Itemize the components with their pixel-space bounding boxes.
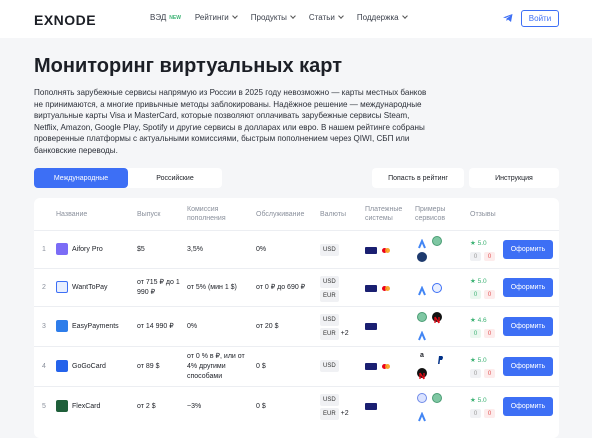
- col-currencies: Валюты: [320, 211, 346, 218]
- order-button[interactable]: Оформить: [503, 278, 553, 297]
- card-name[interactable]: EasyPayments: [72, 322, 119, 332]
- page-title: Мониторинг виртуальных карт: [34, 55, 343, 77]
- nav-item-products[interactable]: Продукты: [251, 13, 296, 22]
- visa-icon: [365, 247, 377, 254]
- more-currencies[interactable]: +2: [341, 330, 349, 337]
- currency-badge: USD: [320, 244, 339, 256]
- positive-reviews[interactable]: 0: [470, 290, 481, 299]
- visa-icon: [365, 403, 377, 410]
- login-button[interactable]: Войти: [521, 10, 559, 27]
- tab-international[interactable]: Международные: [34, 168, 128, 188]
- chevron-down-icon: [401, 13, 408, 19]
- table-row: 4 GoGoCard от 89 $ от 0 % в ₽, или от 4%…: [34, 346, 559, 386]
- wanttopay-logo-icon: [56, 281, 68, 293]
- positive-reviews[interactable]: 0: [470, 409, 481, 418]
- flexcard-logo-icon: [56, 400, 68, 412]
- add-to-rating-button[interactable]: Попасть в рейтинг: [372, 168, 464, 188]
- netflix-icon: [417, 368, 427, 380]
- more-currencies[interactable]: +2: [341, 410, 349, 417]
- main-nav: ВЭД NEW Рейтинги Продукты Статьи Поддержк…: [150, 13, 421, 22]
- positive-reviews[interactable]: 0: [470, 329, 481, 338]
- mastercard-icon: [382, 363, 392, 370]
- rating-value: 5.0: [477, 357, 487, 364]
- google-ads-icon: [417, 283, 427, 296]
- rating-value: 4.6: [477, 317, 487, 324]
- col-name: Название: [56, 211, 88, 218]
- currency-badge: USD: [320, 360, 339, 372]
- visa-icon: [365, 363, 377, 370]
- col-reviews: Отзывы: [470, 211, 496, 218]
- rating-value: 5.0: [477, 240, 487, 247]
- netflix-icon: [432, 312, 442, 324]
- negative-reviews[interactable]: 0: [484, 369, 495, 378]
- card-name[interactable]: FlexCard: [72, 402, 100, 412]
- visa-icon: [365, 323, 377, 330]
- chevron-down-icon: [231, 13, 238, 19]
- order-button[interactable]: Оформить: [503, 357, 553, 376]
- col-issue: Выпуск: [137, 211, 161, 218]
- table-row: 2 WantToPay от 715 ₽ до 1 990 ₽ от 5% (м…: [34, 268, 559, 306]
- booking-icon: [417, 252, 427, 262]
- lock-icon: [432, 283, 442, 293]
- currency-badge: USD: [320, 314, 339, 326]
- cloud-icon: [417, 393, 427, 403]
- openai-icon: [432, 393, 442, 403]
- visa-icon: [365, 285, 377, 292]
- order-button[interactable]: Оформить: [503, 317, 553, 336]
- mastercard-icon: [382, 285, 392, 292]
- chevron-down-icon: [338, 13, 344, 19]
- card-name[interactable]: GoGoCard: [72, 362, 106, 372]
- order-button[interactable]: Оформить: [503, 397, 553, 416]
- chevron-down-icon: [290, 13, 296, 19]
- openai-icon: [432, 236, 442, 246]
- tab-russian[interactable]: Российские: [128, 168, 222, 188]
- nav-item-ratings[interactable]: Рейтинги: [195, 13, 238, 22]
- cards-table: Название Выпуск Комиссия пополнения Обсл…: [34, 198, 559, 438]
- amazon-icon: a: [420, 352, 424, 359]
- negative-reviews[interactable]: 0: [484, 329, 495, 338]
- rating-value: 5.0: [477, 397, 487, 404]
- card-name[interactable]: WantToPay: [72, 283, 108, 293]
- gogocard-logo-icon: [56, 360, 68, 372]
- openai-icon: [417, 312, 427, 322]
- mastercard-icon: [382, 247, 392, 254]
- col-payment-systems: Платежные системы: [365, 206, 403, 222]
- col-fee: Комиссия пополнения: [187, 206, 226, 222]
- header: EXNODE ВЭД NEW Рейтинги Продукты Статьи П…: [0, 0, 592, 38]
- nav-item-support[interactable]: Поддержка: [357, 13, 408, 22]
- guide-button[interactable]: Инструкция: [469, 168, 559, 188]
- card-name[interactable]: Aifory Pro: [72, 245, 103, 255]
- table-row: 3 EasyPayments от 14 990 ₽ 0% от 20 $ US…: [34, 306, 559, 346]
- col-service: Обслуживание: [256, 211, 305, 218]
- negative-reviews[interactable]: 0: [484, 290, 495, 299]
- google-ads-icon: [417, 409, 427, 422]
- currency-badge: USD: [320, 394, 339, 406]
- aifory-logo-icon: [56, 243, 68, 255]
- nav-item-ved[interactable]: ВЭД NEW: [150, 13, 181, 22]
- order-button[interactable]: Оформить: [503, 240, 553, 259]
- logo[interactable]: EXNODE: [34, 12, 96, 28]
- col-services: Примеры сервисов: [415, 206, 446, 222]
- page-description: Пополнять зарубежные сервисы напрямую из…: [34, 88, 427, 155]
- card-type-tabs: Международные Российские: [34, 168, 222, 188]
- positive-reviews[interactable]: 0: [470, 369, 481, 378]
- rating-value: 5.0: [477, 278, 487, 285]
- negative-reviews[interactable]: 0: [484, 252, 495, 261]
- currency-badge: USD: [320, 276, 339, 288]
- currency-badge: EUR: [320, 408, 339, 420]
- easypayments-logo-icon: [56, 320, 68, 332]
- nav-item-articles[interactable]: Статьи: [309, 13, 344, 22]
- google-ads-icon: [417, 236, 427, 249]
- negative-reviews[interactable]: 0: [484, 409, 495, 418]
- currency-badge: EUR: [320, 290, 339, 302]
- table-row: 1 Aifory Pro $5 3,5% 0% USD ★ 5.0 0 0 Оф…: [34, 230, 559, 268]
- currency-badge: EUR: [320, 328, 339, 340]
- telegram-icon[interactable]: [502, 12, 514, 24]
- google-ads-icon: [417, 328, 427, 341]
- new-badge: NEW: [169, 14, 181, 21]
- table-row: 5 FlexCard от 2 $ ~3% 0 $ USD EUR +2 ★ 5…: [34, 386, 559, 428]
- paypal-icon: [435, 352, 445, 364]
- positive-reviews[interactable]: 0: [470, 252, 481, 261]
